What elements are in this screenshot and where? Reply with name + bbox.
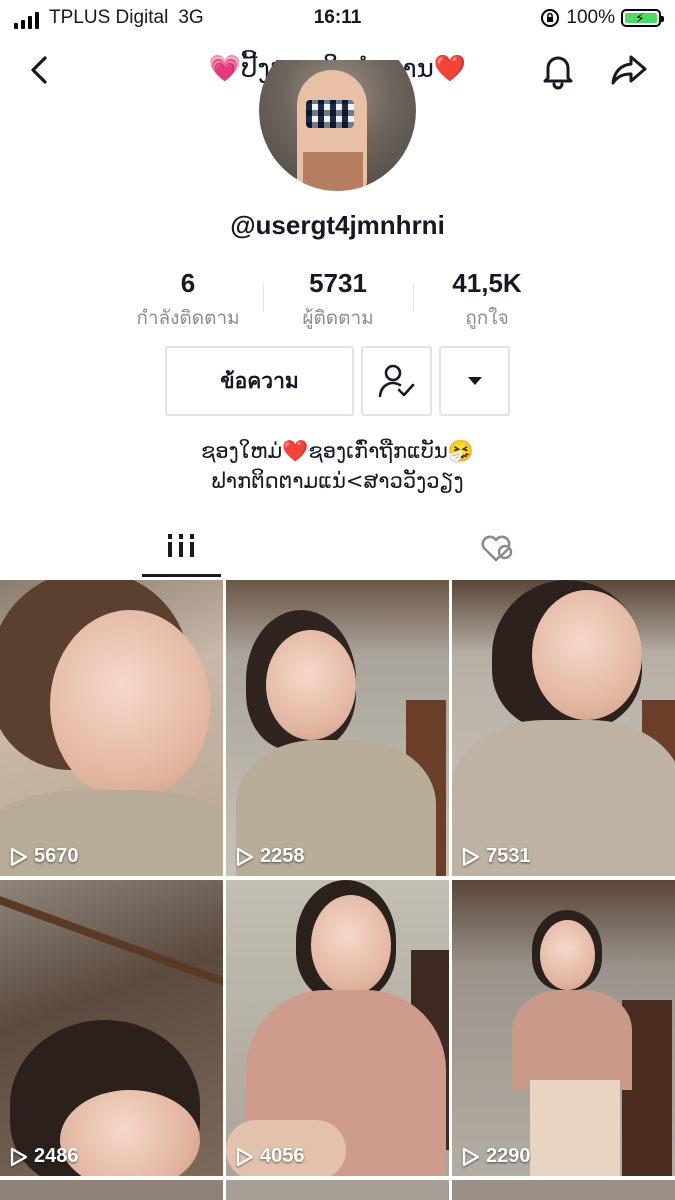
profile-bio: ຊອງໃຫມ່❤️ຊອງເກົ່າຖືກແບັນ🤧 ຟາກຕິດຕາມແນ່<ສ… bbox=[0, 436, 675, 496]
message-button[interactable]: ข้อความ bbox=[165, 346, 354, 416]
stat-likes[interactable]: 41,5K ถูกใจ bbox=[432, 268, 542, 333]
video-thumbnail[interactable]: 7531 bbox=[452, 580, 675, 876]
play-icon bbox=[462, 1147, 480, 1166]
caret-down-icon bbox=[467, 377, 482, 385]
stat-following[interactable]: 6 กำลังติดตาม bbox=[128, 268, 248, 333]
play-icon bbox=[10, 847, 28, 866]
video-thumbnail[interactable]: 2290 bbox=[452, 880, 675, 1176]
video-thumbnail[interactable]: 5670 bbox=[0, 580, 223, 876]
view-count: 5670 bbox=[10, 845, 79, 868]
tab-videos[interactable] bbox=[142, 522, 221, 578]
tab-liked[interactable] bbox=[460, 522, 532, 578]
view-count: 2290 bbox=[462, 1145, 531, 1168]
video-thumbnail[interactable] bbox=[226, 1180, 449, 1200]
avatar[interactable] bbox=[259, 60, 416, 191]
more-options-button[interactable] bbox=[439, 346, 510, 416]
play-icon bbox=[236, 847, 254, 866]
bio-line: ຊອງໃຫມ່❤️ຊອງເກົ່າຖືກແບັນ🤧 bbox=[201, 439, 474, 463]
view-count: 4056 bbox=[236, 1145, 305, 1168]
user-check-icon bbox=[378, 364, 414, 398]
stat-divider bbox=[413, 283, 414, 311]
bio-line: ຟາກຕິດຕາມແນ່<ສາວວັງວຽງ bbox=[211, 469, 464, 493]
following-count: 6 bbox=[180, 268, 196, 298]
grid-icon bbox=[168, 534, 194, 557]
back-arrow-icon[interactable] bbox=[22, 52, 58, 88]
battery-percent: 100% bbox=[566, 7, 615, 28]
active-tab-indicator bbox=[142, 574, 221, 577]
likes-count: 41,5K bbox=[452, 268, 522, 298]
username: @usergt4jmnhrni bbox=[230, 210, 445, 240]
stat-followers[interactable]: 5731 ผู้ติดตาม bbox=[283, 268, 393, 333]
play-icon bbox=[462, 847, 480, 866]
bell-icon[interactable] bbox=[538, 50, 578, 90]
followers-label: ผู้ติดตาม bbox=[302, 307, 374, 329]
view-count: 7531 bbox=[462, 845, 531, 868]
video-thumbnail[interactable]: 4056 bbox=[226, 880, 449, 1176]
video-grid: 5670 2258 7531 2486 4056 2290 bbox=[0, 580, 675, 1200]
followers-count: 5731 bbox=[309, 268, 367, 298]
battery-icon: ⚡ bbox=[621, 9, 664, 27]
play-icon bbox=[236, 1147, 254, 1166]
orientation-lock-icon bbox=[541, 9, 560, 27]
view-count: 2486 bbox=[10, 1145, 79, 1168]
following-status-button[interactable] bbox=[361, 346, 432, 416]
stat-divider bbox=[263, 283, 264, 311]
video-thumbnail[interactable]: 2486 bbox=[0, 880, 223, 1176]
share-icon[interactable] bbox=[610, 52, 648, 88]
play-icon bbox=[10, 1147, 28, 1166]
video-thumbnail[interactable] bbox=[0, 1180, 223, 1200]
video-thumbnail[interactable]: 2258 bbox=[226, 580, 449, 876]
video-thumbnail[interactable] bbox=[452, 1180, 675, 1200]
heart-hidden-icon bbox=[481, 535, 513, 562]
view-count: 2258 bbox=[236, 845, 305, 868]
status-bar: TPLUS Digital 3G 16:11 100% ⚡ bbox=[0, 0, 675, 36]
likes-label: ถูกใจ bbox=[465, 307, 509, 329]
following-label: กำลังติดตาม bbox=[136, 307, 240, 329]
